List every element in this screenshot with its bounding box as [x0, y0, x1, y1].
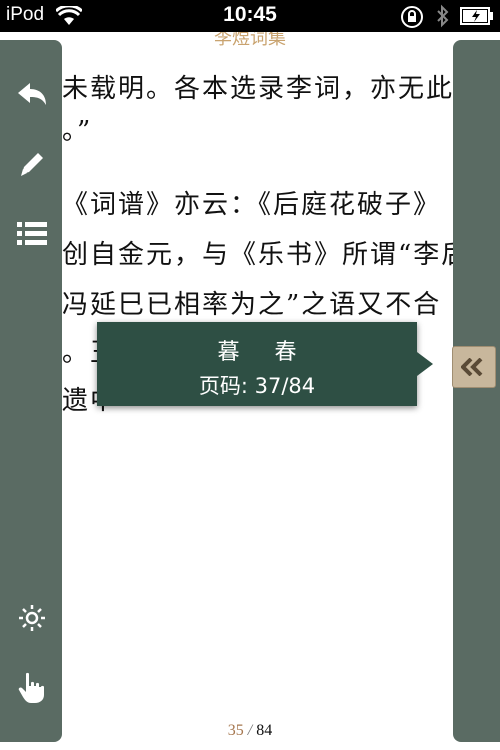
pencil-icon: [21, 153, 43, 176]
text-line: 《词谱》亦云：《后庭花破子》: [62, 190, 442, 220]
bluetooth-icon: [437, 4, 449, 28]
expand-panel-button[interactable]: [452, 346, 496, 388]
status-bar: iPod 10:45: [0, 0, 500, 32]
page-turn-mode-button[interactable]: [10, 666, 54, 710]
brightness-button[interactable]: [10, 596, 54, 640]
chapter-tooltip: 暮 春 页码: 37/84: [97, 322, 433, 406]
double-chevron-left-icon: [461, 358, 483, 376]
text-line: 创自金元，与《乐书》所谓“李后: [62, 240, 470, 270]
tooltip-page-value: 37/84: [254, 374, 316, 398]
brightness-icon: [19, 605, 45, 631]
tooltip-page-label: 页码:: [198, 374, 248, 398]
chapter-header: 李煜词集: [214, 32, 286, 49]
hand-pointer-icon: [18, 672, 44, 703]
battery-icon: [460, 7, 493, 25]
current-page: 35: [227, 722, 244, 739]
tooltip-chapter-title: 暮 春: [217, 340, 311, 365]
left-toolbar: [0, 40, 62, 742]
tooltip-page-info: 页码: 37/84: [97, 370, 417, 400]
text-line: 。”: [62, 116, 93, 146]
status-time: 10:45: [223, 3, 277, 26]
total-pages: 84: [256, 722, 273, 739]
table-of-contents-button[interactable]: [10, 212, 54, 256]
text-line: 冯延巳已相率为之”之语又不合: [62, 290, 442, 320]
page-separator: /: [247, 722, 253, 739]
text-line: 未载明。各本选录李词，亦无此: [62, 74, 455, 104]
back-arrow-icon: [18, 83, 46, 105]
rotation-lock-icon: [401, 6, 423, 28]
list-icon: [17, 222, 47, 245]
page-number: 35/84: [0, 722, 500, 740]
annotate-button[interactable]: [10, 142, 54, 186]
right-rail: [453, 40, 500, 742]
back-button[interactable]: [10, 72, 54, 116]
